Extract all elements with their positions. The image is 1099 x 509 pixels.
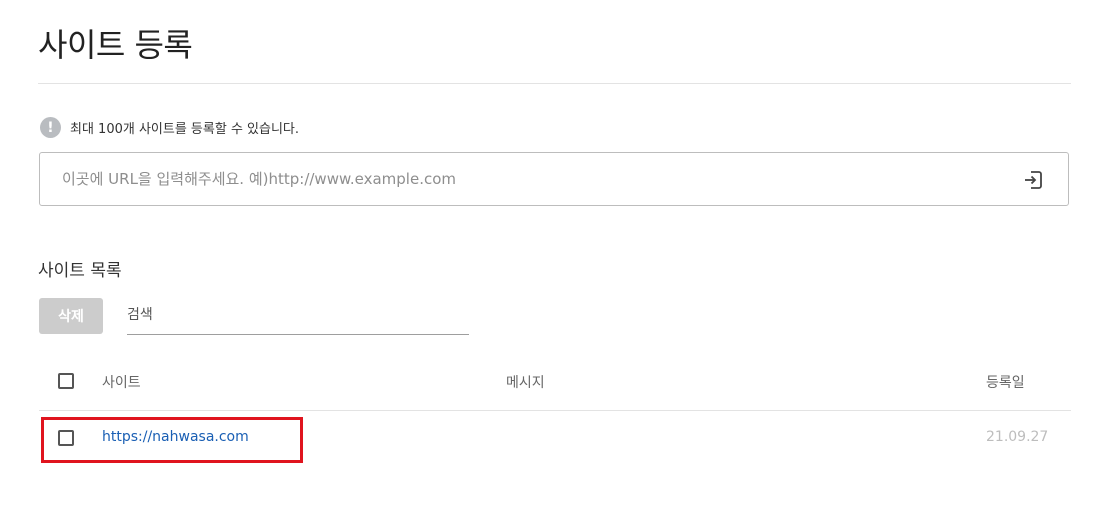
submit-enter-icon[interactable] [1022, 169, 1044, 191]
search-input[interactable] [127, 298, 469, 332]
column-header-site: 사이트 [102, 375, 141, 391]
column-header-registered: 등록일 [986, 375, 1025, 391]
page-title: 사이트 등록 [38, 26, 193, 64]
title-divider [38, 83, 1071, 84]
select-all-checkbox[interactable] [58, 373, 74, 389]
highlight-box [41, 417, 303, 463]
row-registered-date: 21.09.27 [986, 429, 1049, 445]
url-input-box [39, 152, 1069, 206]
table-header: 사이트 메시지 등록일 [39, 354, 1071, 411]
search-field [127, 298, 469, 335]
url-input[interactable] [62, 153, 962, 205]
column-header-message: 메시지 [506, 375, 545, 391]
info-icon: ! [40, 117, 61, 138]
delete-button[interactable]: 삭제 [39, 298, 103, 334]
site-list-title: 사이트 목록 [38, 261, 122, 281]
notice: ! 최대 100개 사이트를 등록할 수 있습니다. [40, 117, 299, 138]
notice-text: 최대 100개 사이트를 등록할 수 있습니다. [70, 122, 300, 137]
